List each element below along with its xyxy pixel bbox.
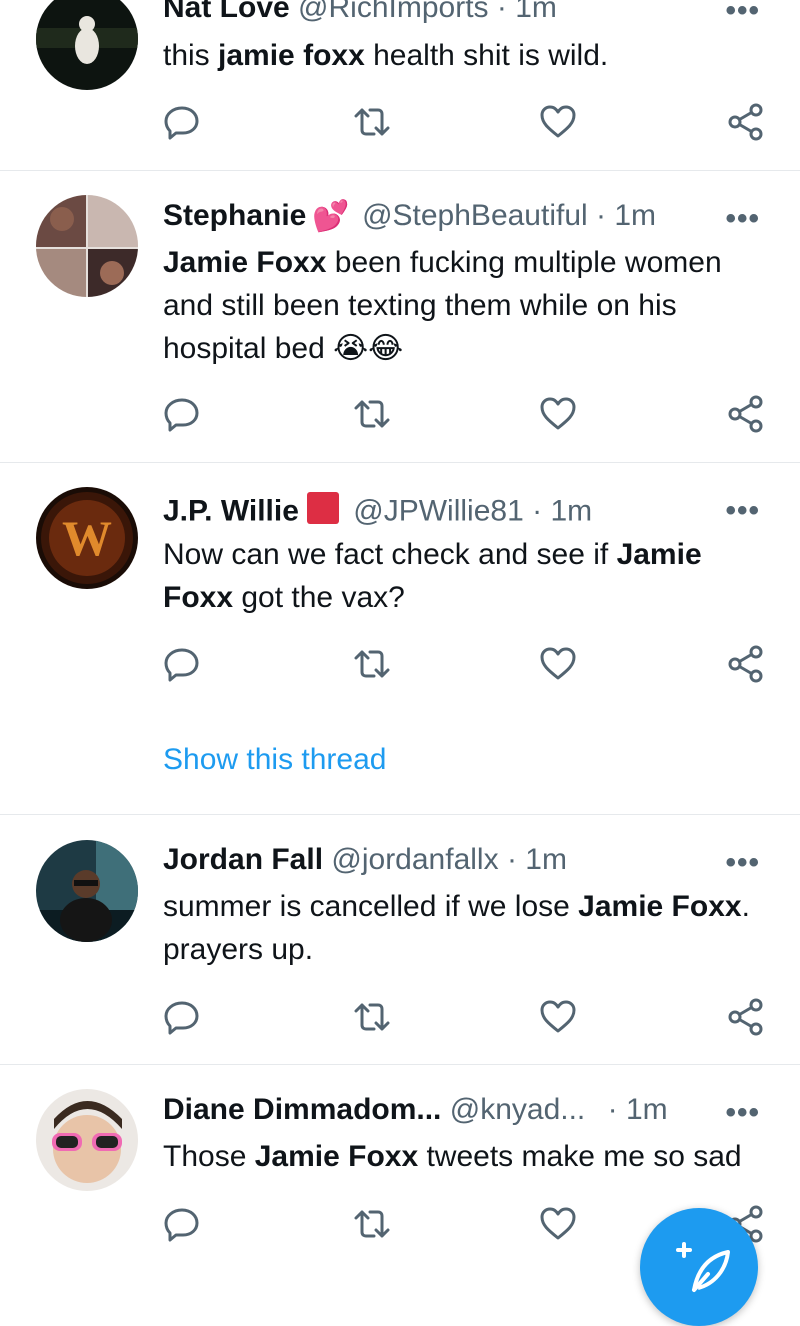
more-options-icon[interactable]: ••• xyxy=(725,0,760,26)
author-name[interactable]: Stephanie xyxy=(163,199,306,232)
timestamp[interactable]: 1m xyxy=(626,1093,668,1126)
share-icon xyxy=(728,395,763,433)
separator: · xyxy=(607,1093,618,1126)
separator: · xyxy=(596,199,607,232)
author-handle[interactable]: @RichImports xyxy=(298,0,489,24)
svg-text:W: W xyxy=(62,510,112,566)
action-bar xyxy=(0,394,800,434)
more-options-icon[interactable]: ••• xyxy=(725,848,760,878)
more-options-icon[interactable]: ••• xyxy=(725,496,760,526)
retweet-icon xyxy=(354,650,390,678)
author-name[interactable]: Jordan Fall xyxy=(163,843,323,876)
timestamp[interactable]: 1m xyxy=(515,0,557,24)
separator: · xyxy=(532,494,543,528)
share-icon xyxy=(728,645,763,683)
like-icon xyxy=(540,397,576,430)
highlighted-keyword: Jamie Foxx xyxy=(578,890,742,923)
retweet-button[interactable] xyxy=(352,997,392,1037)
like-icon xyxy=(540,1207,576,1240)
retweet-icon xyxy=(354,1003,390,1031)
like-button[interactable] xyxy=(538,644,578,684)
reply-button[interactable] xyxy=(162,997,202,1037)
retweet-icon xyxy=(354,1210,390,1238)
tweet-text: Those Jamie Foxx tweets make me so sad xyxy=(163,1135,770,1178)
name-emoji-badge xyxy=(305,490,341,535)
author-handle[interactable]: @knyad... xyxy=(450,1093,586,1126)
like-icon xyxy=(540,1000,576,1033)
like-icon xyxy=(540,105,576,138)
author-handle[interactable]: @JPWillie81 xyxy=(353,494,524,527)
text-segment: summer is cancelled if we lose xyxy=(163,890,579,923)
tweet[interactable]: Nat Love @RichImports · 1m ••• this jami… xyxy=(0,0,800,171)
share-button[interactable] xyxy=(726,997,766,1037)
timestamp[interactable]: 1m xyxy=(614,199,656,232)
reply-icon xyxy=(164,398,199,432)
timestamp[interactable]: 1m xyxy=(525,843,567,876)
tweet-text: summer is cancelled if we lose Jamie Fox… xyxy=(163,885,770,971)
text-segment: this xyxy=(163,39,219,72)
tweet[interactable]: Stephanie 💕 @StephBeautiful · 1m ••• Jami… xyxy=(0,170,800,463)
action-bar xyxy=(0,102,800,142)
retweet-button[interactable] xyxy=(352,644,392,684)
share-button[interactable] xyxy=(726,394,766,434)
retweet-button[interactable] xyxy=(352,1204,392,1244)
reply-icon xyxy=(164,1001,199,1035)
like-button[interactable] xyxy=(538,1204,578,1244)
tweet-text: this jamie foxx health shit is wild. xyxy=(163,34,770,77)
text-segment: got the vax? xyxy=(233,581,405,614)
author-name[interactable]: Diane Dimmadom... xyxy=(163,1093,441,1126)
tweet[interactable]: Jordan Fall @jordanfallx · 1m ••• summer… xyxy=(0,814,800,1065)
text-segment: Now can we fact check and see if xyxy=(163,538,617,571)
separator: · xyxy=(496,0,507,24)
retweet-icon xyxy=(354,400,390,428)
reply-button[interactable] xyxy=(162,102,202,142)
like-icon xyxy=(540,647,576,680)
author-name[interactable]: J.P. Willie xyxy=(163,494,299,527)
retweet-button[interactable] xyxy=(352,102,392,142)
highlighted-keyword: jamie foxx xyxy=(218,39,365,72)
tweet[interactable]: W J.P. Willie @JPWillie81 · 1m ••• Now c… xyxy=(0,462,800,815)
avatar[interactable] xyxy=(36,840,138,942)
more-options-icon[interactable]: ••• xyxy=(725,204,760,234)
author-handle[interactable]: @jordanfallx xyxy=(331,843,498,876)
like-button[interactable] xyxy=(538,102,578,142)
compose-icon xyxy=(676,1242,730,1292)
avatar[interactable]: W xyxy=(36,487,138,589)
text-segment: health shit is wild. xyxy=(364,39,609,72)
reply-icon xyxy=(164,648,199,682)
compose-tweet-button[interactable] xyxy=(640,1208,758,1326)
reply-icon xyxy=(164,106,199,140)
text-segment: Those xyxy=(163,1140,255,1173)
share-button[interactable] xyxy=(726,102,766,142)
reply-button[interactable] xyxy=(162,1204,202,1244)
separator: · xyxy=(506,843,517,876)
reply-button[interactable] xyxy=(162,644,202,684)
name-emoji-badge: 💕 xyxy=(312,200,350,234)
highlighted-keyword: Jamie Foxx xyxy=(254,1140,419,1173)
share-icon xyxy=(728,103,763,141)
avatar[interactable] xyxy=(36,0,138,90)
reply-icon xyxy=(164,1208,199,1242)
highlighted-keyword: Jamie Foxx xyxy=(163,246,327,279)
tweet-text: Now can we fact check and see if Jamie F… xyxy=(163,533,770,619)
retweet-icon xyxy=(354,108,390,136)
action-bar xyxy=(0,644,800,684)
timestamp[interactable]: 1m xyxy=(550,494,592,527)
text-segment: tweets make me so sad xyxy=(418,1140,742,1173)
action-bar xyxy=(0,997,800,1037)
more-options-icon[interactable]: ••• xyxy=(725,1098,760,1128)
reply-button[interactable] xyxy=(162,394,202,434)
author-handle[interactable]: @StephBeautiful xyxy=(362,199,588,232)
tweet-text: Jamie Foxx been fucking multiple women a… xyxy=(163,241,770,370)
avatar[interactable] xyxy=(36,1089,138,1191)
show-thread-link[interactable]: Show this thread xyxy=(163,742,386,778)
retweet-button[interactable] xyxy=(352,394,392,434)
like-button[interactable] xyxy=(538,394,578,434)
share-icon xyxy=(728,998,763,1036)
avatar[interactable] xyxy=(36,195,138,297)
like-button[interactable] xyxy=(538,997,578,1037)
share-button[interactable] xyxy=(726,644,766,684)
author-name[interactable]: Nat Love xyxy=(163,0,290,24)
